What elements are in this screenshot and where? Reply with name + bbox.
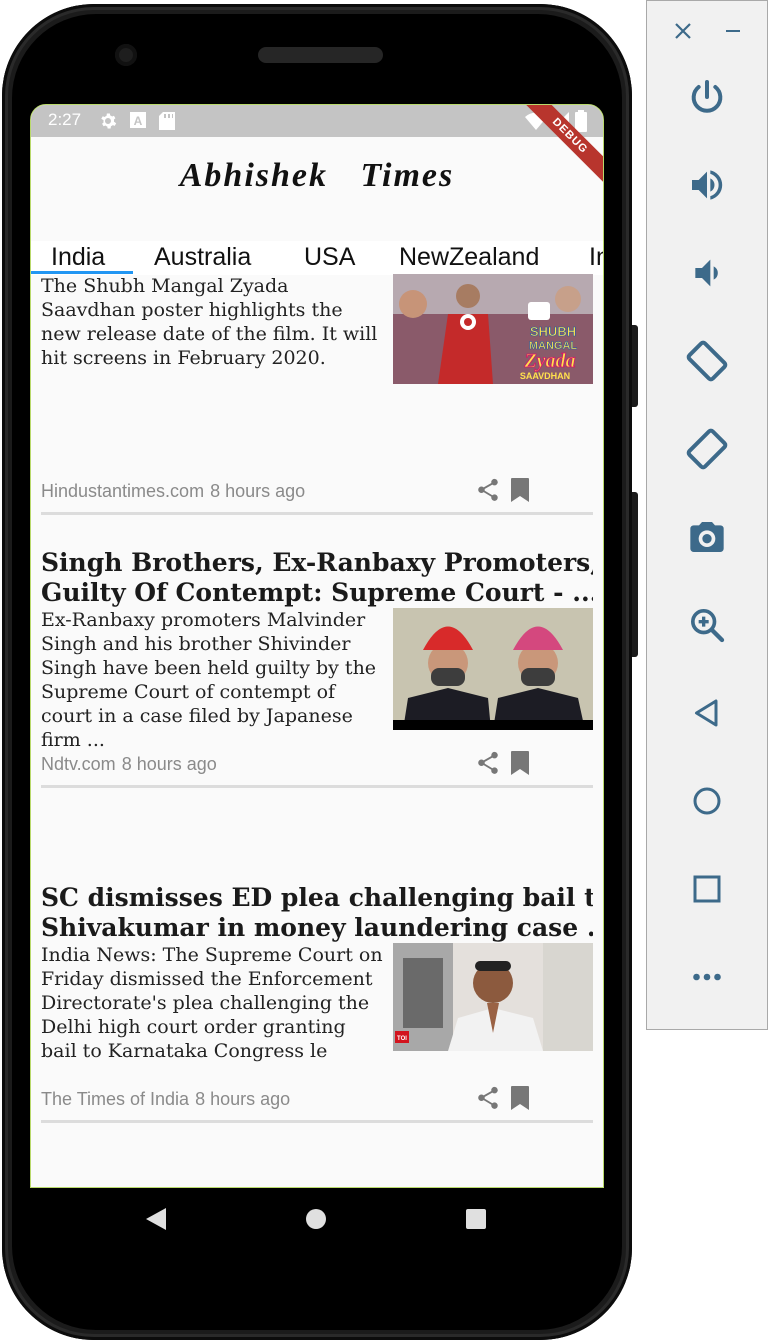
card-divider <box>41 785 593 788</box>
rotate-left-button[interactable] <box>683 337 731 385</box>
article-thumbnail[interactable]: TOI <box>393 943 593 1051</box>
app-title: Abhishek Times <box>179 157 455 194</box>
tab-usa[interactable]: USA <box>304 243 355 272</box>
tab-in[interactable]: In <box>589 243 603 272</box>
power-icon <box>691 80 723 113</box>
phone-side-button-bottom <box>632 492 638 657</box>
settings-icon <box>101 113 117 129</box>
card-divider <box>41 1120 593 1123</box>
nav-home-icon[interactable] <box>306 1209 326 1229</box>
article-title-line-1[interactable]: SC dismisses ED plea challenging bail to <box>41 883 593 913</box>
bookmark-icon[interactable] <box>509 751 531 775</box>
article-meta: Hindustantimes.com 8 hours ago <box>41 481 305 502</box>
volume-down-button[interactable] <box>683 249 731 297</box>
country-tab-bar: India Australia USA NewZealand In <box>31 241 603 275</box>
front-camera <box>115 44 137 66</box>
thumb-text-1: SHUBH <box>530 324 576 339</box>
rotate-right-icon <box>686 428 728 470</box>
tab-australia[interactable]: Australia <box>154 243 251 272</box>
article-meta: The Times of India 8 hours ago <box>41 1089 290 1110</box>
article-description: India News: The Supreme Court on Friday … <box>41 944 383 1062</box>
more-icon <box>693 973 721 981</box>
close-icon[interactable] <box>671 19 695 43</box>
tab-india[interactable]: India <box>51 243 105 272</box>
zoom-icon <box>691 609 725 643</box>
article-title-line-1[interactable]: Singh Brothers, Ex-Ranbaxy Promoters, <box>41 548 593 578</box>
nav-back-icon[interactable] <box>146 1208 166 1230</box>
battery-icon <box>575 110 587 132</box>
article-time: 8 hours ago <box>195 1089 291 1109</box>
article-thumbnail[interactable]: SHUBH MANGAL Zyada SAAVDHAN <box>393 274 593 384</box>
home-icon <box>693 787 721 815</box>
tab-newzealand[interactable]: NewZealand <box>399 243 539 272</box>
article-source: The Times of India <box>41 1089 190 1109</box>
article-time: 8 hours ago <box>121 754 217 774</box>
overview-button[interactable] <box>683 865 731 913</box>
article-description: Ex-Ranbaxy promoters Malvinder Singh and… <box>41 609 377 751</box>
card-divider <box>41 512 593 515</box>
rotate-left-icon <box>686 340 728 382</box>
home-button[interactable] <box>683 777 731 825</box>
share-icon[interactable] <box>475 750 501 776</box>
share-icon[interactable] <box>475 477 501 503</box>
volume-up-icon <box>692 170 723 200</box>
phone-side-button-top <box>632 325 638 407</box>
article-source: Ndtv.com <box>41 754 116 774</box>
status-time: 2:27 <box>48 110 82 129</box>
rotate-right-button[interactable] <box>683 425 731 473</box>
volume-down-icon <box>695 259 718 287</box>
thumb-text-4: SAAVDHAN <box>520 371 570 381</box>
power-button[interactable] <box>683 73 731 121</box>
article-time: 8 hours ago <box>210 481 306 501</box>
volume-up-button[interactable] <box>683 161 731 209</box>
back-icon <box>695 699 718 727</box>
status-bar: 2:27 A <box>31 105 603 137</box>
thumb-text-3: Zyada <box>523 350 575 372</box>
article-source: Hindustantimes.com <box>41 481 205 501</box>
thumb-badge-text: TOI <box>397 1036 407 1042</box>
camera-icon <box>690 522 724 552</box>
article-title-line-2[interactable]: Shivakumar in money laundering case ... <box>41 913 593 943</box>
bookmark-icon[interactable] <box>509 478 531 502</box>
back-button[interactable] <box>683 689 731 737</box>
article-thumbnail[interactable] <box>393 608 593 730</box>
minimize-icon[interactable] <box>721 19 745 43</box>
overview-icon <box>693 875 721 903</box>
share-icon[interactable] <box>475 1085 501 1111</box>
phone-screen: 2:27 A DEBUG Abhishek Times India Austra… <box>30 104 604 1188</box>
bookmark-icon[interactable] <box>509 1086 531 1110</box>
earpiece-speaker <box>258 47 383 63</box>
zoom-button[interactable] <box>683 601 731 649</box>
news-card[interactable]: SC dismisses ED plea challenging bail to… <box>41 883 593 1123</box>
article-meta: Ndtv.com 8 hours ago <box>41 754 217 775</box>
article-title-line-2[interactable]: Guilty Of Contempt: Supreme Court - ... <box>41 578 593 608</box>
article-description: The Shubh Mangal Zyada Saavdhan poster h… <box>41 275 378 369</box>
svg-text:A: A <box>134 114 143 128</box>
nav-overview-icon[interactable] <box>466 1209 486 1229</box>
news-card[interactable]: Singh Brothers, Ex-Ranbaxy Promoters, Gu… <box>41 548 593 788</box>
news-feed[interactable]: The Shubh Mangal Zyada Saavdhan poster h… <box>31 274 603 1187</box>
sd-card-icon <box>159 112 175 130</box>
screenshot-button[interactable] <box>683 513 731 561</box>
a-notification-icon: A <box>130 112 146 128</box>
android-nav-bar <box>30 1188 604 1252</box>
more-button[interactable] <box>683 953 731 1001</box>
emulator-toolbar <box>646 0 768 1030</box>
